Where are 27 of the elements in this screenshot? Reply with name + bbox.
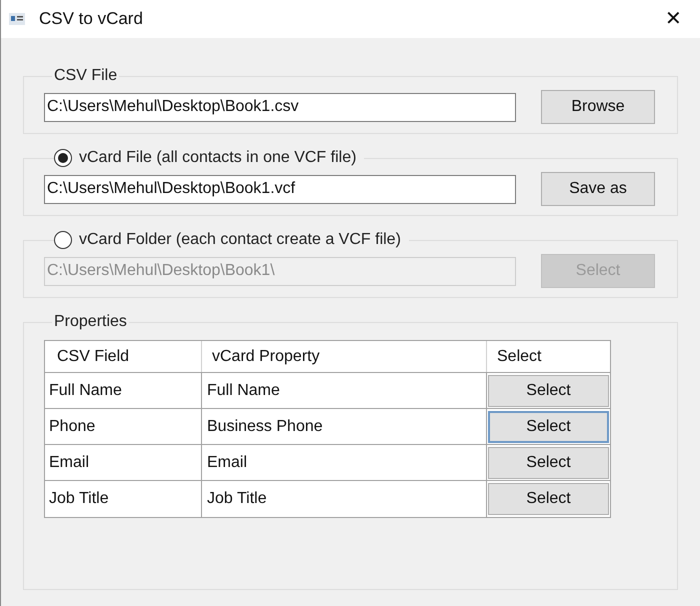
table-cell: Email: [45, 445, 202, 480]
column-header: CSV Field: [57, 346, 130, 366]
path-field[interactable]: C:\Users\Mehul\Desktop\Book1.vcf: [44, 174, 516, 204]
path-field[interactable]: C:\Users\Mehul\Desktop\Book1.csv: [44, 92, 516, 122]
app-icon: [9, 13, 25, 25]
close-button[interactable]: ✕: [665, 4, 682, 34]
table-cell: Job Title: [202, 481, 487, 517]
table-cell: Email: [202, 445, 487, 480]
radio-button[interactable]: [54, 149, 72, 167]
table-cell: Phone: [45, 409, 202, 444]
table-cell: Business Phone: [202, 409, 487, 444]
table-cell: Job Title: [45, 481, 202, 517]
table-cell: Full Name: [202, 373, 487, 408]
group-label: Properties: [54, 313, 127, 330]
radio-label: vCard Folder (each contact create a VCF file): [79, 230, 401, 250]
file-button[interactable]: Save as: [541, 172, 655, 206]
select-button[interactable]: Select: [488, 374, 609, 406]
file-button[interactable]: Browse: [541, 90, 655, 124]
column-header: vCard Property: [212, 346, 320, 366]
column-header: Select: [497, 346, 542, 366]
group-label: CSV File: [54, 67, 118, 84]
table-cell: Full Name: [45, 373, 202, 408]
window-title: CSV to vCard: [39, 8, 143, 30]
select-button[interactable]: Select: [488, 483, 609, 515]
radio-label: vCard File (all contacts in one VCF file): [79, 148, 356, 168]
select-button[interactable]: Select: [488, 446, 609, 478]
select-button[interactable]: Select: [488, 410, 609, 442]
